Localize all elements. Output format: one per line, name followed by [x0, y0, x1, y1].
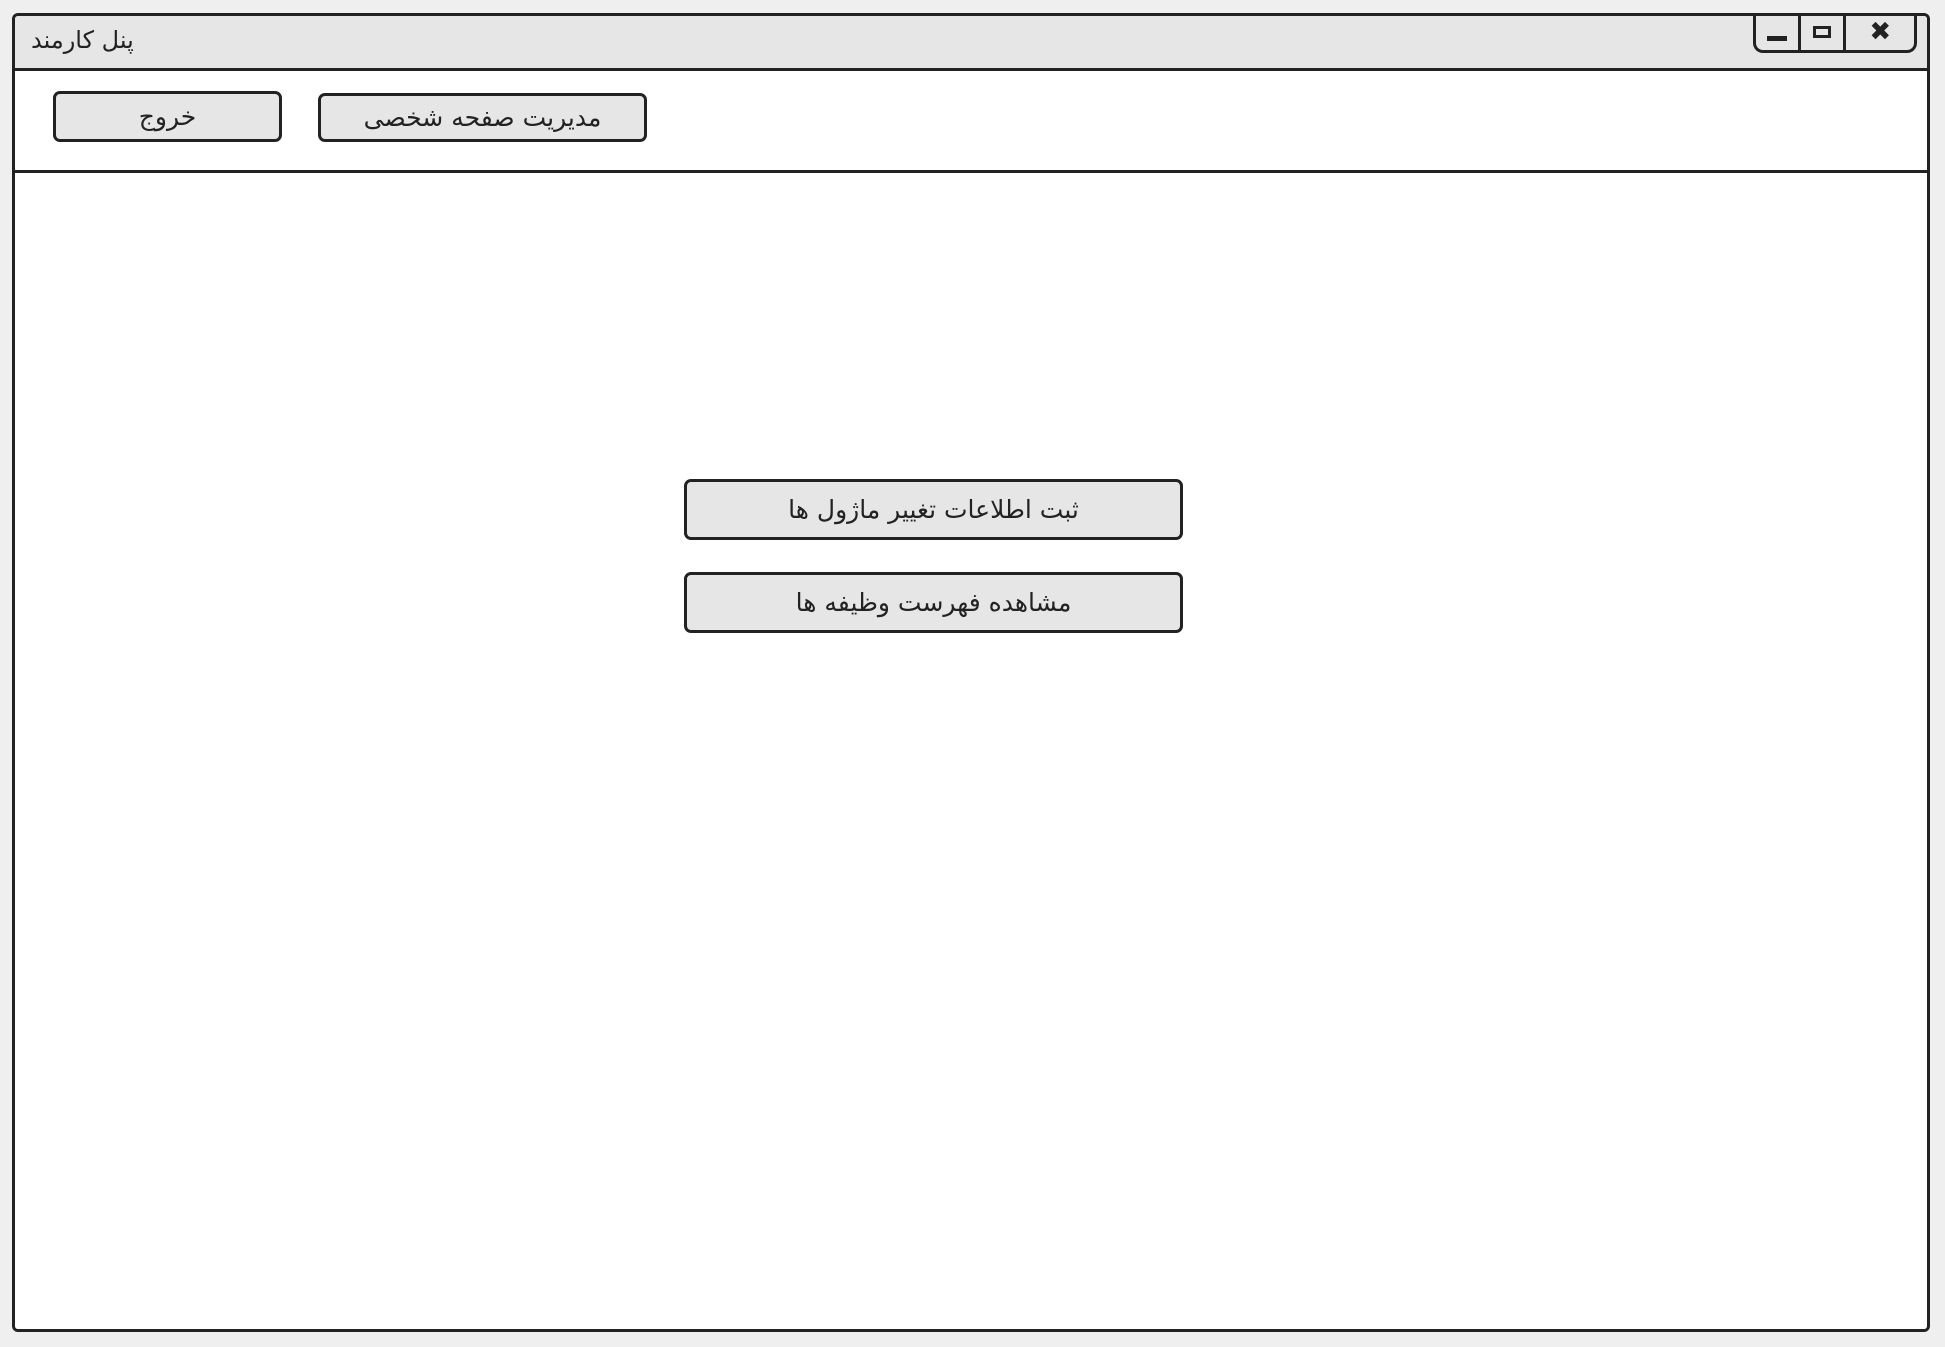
manage-profile-button[interactable]: مدیریت صفحه شخصی [318, 93, 647, 142]
maximize-button[interactable] [1798, 16, 1843, 50]
exit-button[interactable]: خروج [53, 91, 282, 142]
employee-panel-window: پنل کارمند ✖ خروج مدیریت صفحه شخصی [12, 13, 1930, 1332]
minimize-button[interactable] [1756, 16, 1798, 50]
close-button[interactable]: ✖ [1843, 16, 1914, 50]
minimize-icon [1767, 36, 1788, 41]
toolbar: خروج مدیریت صفحه شخصی [15, 71, 1927, 173]
view-task-list-button[interactable]: مشاهده فهرست وظیفه ها [684, 572, 1183, 633]
maximize-icon [1813, 25, 1832, 38]
window-title: پنل کارمند [31, 26, 134, 54]
window-controls: ✖ [1753, 16, 1917, 53]
close-icon: ✖ [1869, 16, 1892, 47]
main-content [15, 173, 1927, 1329]
title-bar[interactable]: پنل کارمند ✖ [15, 16, 1927, 71]
register-module-changes-button[interactable]: ثبت اطلاعات تغییر ماژول ها [684, 479, 1183, 540]
